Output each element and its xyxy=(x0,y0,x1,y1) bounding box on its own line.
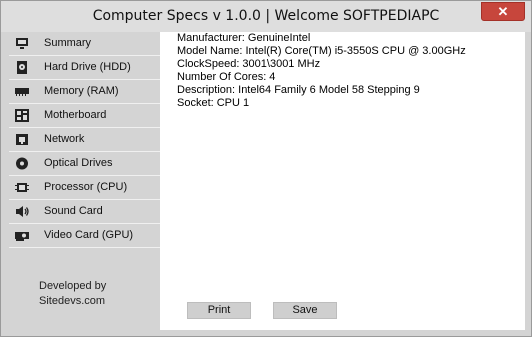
developer-credits: Developed by Sitedevs.com xyxy=(39,279,106,309)
cores-line: Number Of Cores: 4 xyxy=(177,71,276,83)
motherboard-icon xyxy=(15,109,29,122)
sidebar-item-label: Network xyxy=(44,133,85,145)
memory-icon xyxy=(15,85,29,98)
sidebar-item-label: Hard Drive (HDD) xyxy=(44,61,131,73)
hard-drive-icon xyxy=(15,61,29,74)
sidebar-item-label: Motherboard xyxy=(44,109,107,121)
manufacturer-line: Manufacturer: GenuineIntel xyxy=(177,32,311,44)
print-button[interactable]: Print xyxy=(187,302,251,319)
sidebar-item-sound-card[interactable]: Sound Card xyxy=(9,200,160,224)
credits-link: Sitedevs.com xyxy=(39,295,106,307)
title-bar[interactable]: Computer Specs v 1.0.0 | Welcome SOFTPED… xyxy=(1,1,531,32)
details-panel: Manufacturer: GenuineIntel Model Name: I… xyxy=(160,32,525,330)
sidebar-item-video-card[interactable]: Video Card (GPU) xyxy=(9,224,160,248)
sidebar-item-summary[interactable]: Summary xyxy=(9,32,160,56)
sidebar: Summary Hard Drive (HDD) Memory (RAM) Mo… xyxy=(9,32,168,330)
sidebar-item-label: Memory (RAM) xyxy=(44,85,119,97)
model-name-line: Model Name: Intel(R) Core(TM) i5-3550S C… xyxy=(177,45,466,57)
video-card-icon xyxy=(15,229,29,242)
clock-speed-line: ClockSpeed: 3001\3001 MHz xyxy=(177,58,321,70)
window-title: Computer Specs v 1.0.0 | Welcome SOFTPED… xyxy=(92,8,440,24)
close-button[interactable]: ✕ xyxy=(481,2,525,21)
sidebar-item-label: Optical Drives xyxy=(44,157,113,169)
description-line: Description: Intel64 Family 6 Model 58 S… xyxy=(177,84,420,96)
sidebar-item-memory[interactable]: Memory (RAM) xyxy=(9,80,160,104)
sidebar-item-network[interactable]: Network xyxy=(9,128,160,152)
cpu-icon xyxy=(15,181,29,194)
sidebar-item-motherboard[interactable]: Motherboard xyxy=(9,104,160,128)
sidebar-item-processor[interactable]: Processor (CPU) xyxy=(9,176,168,200)
save-button[interactable]: Save xyxy=(273,302,337,319)
monitor-icon xyxy=(15,37,29,50)
disc-icon xyxy=(15,157,29,170)
sidebar-item-label: Sound Card xyxy=(44,205,103,217)
app-window: Computer Specs v 1.0.0 | Welcome SOFTPED… xyxy=(0,0,532,337)
speaker-icon xyxy=(15,205,29,218)
sidebar-item-label: Processor (CPU) xyxy=(44,181,128,193)
sidebar-item-hard-drive[interactable]: Hard Drive (HDD) xyxy=(9,56,160,80)
credits-line: Developed by xyxy=(39,280,107,292)
sidebar-item-optical-drives[interactable]: Optical Drives xyxy=(9,152,160,176)
sidebar-item-label: Summary xyxy=(44,37,92,49)
socket-line: Socket: CPU 1 xyxy=(177,97,250,109)
sidebar-item-label: Video Card (GPU) xyxy=(44,229,134,241)
network-icon xyxy=(15,133,29,146)
